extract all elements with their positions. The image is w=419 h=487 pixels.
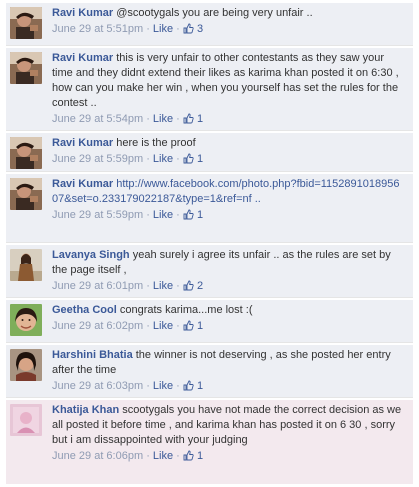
comment-timestamp[interactable]: June 29 at 6:03pm: [52, 380, 143, 392]
like-link[interactable]: Like: [153, 280, 173, 292]
like-link[interactable]: Like: [153, 113, 173, 125]
like-link[interactable]: Like: [153, 153, 173, 165]
avatar[interactable]: [10, 249, 42, 281]
comment-author[interactable]: Ravi Kumar: [52, 178, 113, 190]
avatar[interactable]: [10, 404, 42, 436]
thumbs-up-icon: [183, 113, 194, 129]
comment-item: Khatija Khan scootygals you have not mad…: [6, 400, 413, 484]
comment-author[interactable]: Ravi Kumar: [52, 52, 113, 64]
thumbs-up-icon: [183, 380, 194, 396]
comment-text: @scootygals you are being very unfair ..: [116, 7, 313, 19]
avatar[interactable]: [10, 349, 42, 381]
comment-meta: June 29 at 6:02pm · Like · 1: [52, 319, 405, 336]
like-count[interactable]: 2: [197, 280, 203, 292]
avatar[interactable]: [10, 137, 42, 169]
comment-timestamp[interactable]: June 29 at 5:59pm: [52, 209, 143, 221]
thumbs-up-icon: [183, 209, 194, 225]
comment-author[interactable]: Geetha Cool: [52, 304, 117, 316]
comment-text: congrats karima...me lost :(: [119, 304, 253, 316]
comment-item: Ravi Kumar here is the proof June 29 at …: [6, 133, 413, 172]
comment-author[interactable]: Ravi Kumar: [52, 137, 113, 149]
avatar[interactable]: [10, 7, 42, 39]
comment-timestamp[interactable]: June 29 at 5:54pm: [52, 113, 143, 125]
comment-meta: June 29 at 5:59pm · Like · 1: [52, 152, 405, 169]
comment-text: here is the proof: [116, 137, 196, 149]
profile-photo-harshini-icon: [10, 349, 42, 381]
comment-meta: June 29 at 6:03pm · Like · 1: [52, 379, 405, 396]
like-count[interactable]: 3: [197, 23, 203, 35]
avatar[interactable]: [10, 178, 42, 210]
profile-photo-ravi-icon: [10, 7, 42, 39]
comment-meta: June 29 at 5:51pm · Like · 3: [52, 22, 405, 39]
like-count[interactable]: 1: [197, 209, 203, 221]
like-link[interactable]: Like: [153, 320, 173, 332]
like-count[interactable]: 1: [197, 113, 203, 125]
comment-item: Harshini Bhatia the winner is not deserv…: [6, 345, 413, 398]
profile-photo-geetha-icon: [10, 304, 42, 336]
comment-timestamp[interactable]: June 29 at 5:59pm: [52, 153, 143, 165]
comment-meta: June 29 at 6:06pm · Like · 1: [52, 449, 405, 466]
comment-meta: June 29 at 6:01pm · Like · 2: [52, 279, 405, 296]
thumbs-up-icon: [183, 153, 194, 169]
thumbs-up-icon: [183, 450, 194, 466]
like-link[interactable]: Like: [153, 380, 173, 392]
like-link[interactable]: Like: [153, 450, 173, 462]
like-count[interactable]: 1: [197, 380, 203, 392]
avatar[interactable]: [10, 52, 42, 84]
thumbs-up-icon: [183, 23, 194, 39]
comment-author[interactable]: Lavanya Singh: [52, 249, 130, 261]
comment-author[interactable]: Harshini Bhatia: [52, 349, 133, 361]
comment-author[interactable]: Ravi Kumar: [52, 7, 113, 19]
profile-photo-ravi-icon: [10, 137, 42, 169]
avatar[interactable]: [10, 304, 42, 336]
thumbs-up-icon: [183, 320, 194, 336]
comment-timestamp[interactable]: June 29 at 6:06pm: [52, 450, 143, 462]
thumbs-up-icon: [183, 280, 194, 296]
profile-photo-ravi-icon: [10, 178, 42, 210]
comment-meta: June 29 at 5:59pm · Like · 1: [52, 208, 405, 225]
profile-photo-khatija-icon: [10, 404, 42, 436]
comment-item: Ravi Kumar @scootygals you are being ver…: [6, 3, 413, 46]
like-link[interactable]: Like: [153, 23, 173, 35]
comment-meta: June 29 at 5:54pm · Like · 1: [52, 112, 405, 129]
like-count[interactable]: 1: [197, 450, 203, 462]
profile-photo-ravi-icon: [10, 52, 42, 84]
comment-item: Ravi Kumar http://www.facebook.com/photo…: [6, 174, 413, 243]
profile-photo-lavanya-icon: [10, 249, 42, 281]
comment-item: Geetha Cool congrats karima...me lost :(…: [6, 300, 413, 343]
comment-timestamp[interactable]: June 29 at 6:02pm: [52, 320, 143, 332]
comment-timestamp[interactable]: June 29 at 5:51pm: [52, 23, 143, 35]
comment-author[interactable]: Khatija Khan: [52, 404, 119, 416]
comment-timestamp[interactable]: June 29 at 6:01pm: [52, 280, 143, 292]
comment-item: Ravi Kumar this is very unfair to other …: [6, 48, 413, 131]
like-count[interactable]: 1: [197, 153, 203, 165]
like-link[interactable]: Like: [153, 209, 173, 221]
like-count[interactable]: 1: [197, 320, 203, 332]
comment-item: Lavanya Singh yeah surely i agree its un…: [6, 245, 413, 298]
